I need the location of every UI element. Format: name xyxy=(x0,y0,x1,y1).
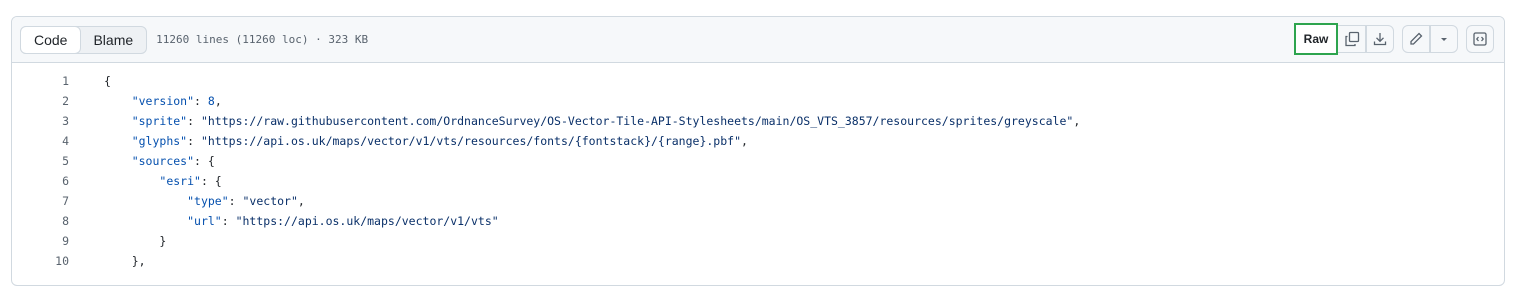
json-string: "vector" xyxy=(242,194,298,208)
json-punctuation: } xyxy=(159,234,167,248)
line-number[interactable]: 1 xyxy=(12,74,69,88)
code-line: 10 }, xyxy=(12,251,1504,271)
pencil-icon xyxy=(1408,31,1424,47)
download-icon xyxy=(1372,31,1388,47)
line-number[interactable]: 5 xyxy=(12,154,69,168)
json-punctuation: : xyxy=(187,134,201,148)
code-line: 6 "esri": { xyxy=(12,171,1504,191)
json-punctuation: }, xyxy=(131,254,146,268)
file-info: 11260 lines (11260 loc) · 323 KB xyxy=(156,33,369,46)
symbols-panel-button[interactable] xyxy=(1466,25,1494,53)
download-button[interactable] xyxy=(1366,25,1394,53)
line-content: "sprite": "https://raw.githubusercontent… xyxy=(104,114,1081,128)
code-line: 7 "type": "vector", xyxy=(12,191,1504,211)
json-key: "glyphs" xyxy=(131,134,188,148)
symbols-panel-icon xyxy=(1472,31,1488,47)
code-line: 4 "glyphs": "https://api.os.uk/maps/vect… xyxy=(12,131,1504,151)
code-view: 1{2 "version": 8, 3 "sprite": "https://ra… xyxy=(12,63,1504,271)
line-content: "esri": { xyxy=(104,174,222,188)
copy-raw-button[interactable] xyxy=(1338,25,1366,53)
triangle-down-icon xyxy=(1438,33,1450,45)
json-punctuation: , xyxy=(297,194,305,208)
line-content: "url": "https://api.os.uk/maps/vector/v1… xyxy=(104,214,499,228)
json-punctuation: : { xyxy=(194,154,215,168)
json-key: "sources" xyxy=(131,154,195,168)
json-string: "https://raw.githubusercontent.com/Ordna… xyxy=(200,114,1074,128)
line-content: "glyphs": "https://api.os.uk/maps/vector… xyxy=(104,134,748,148)
json-punctuation: : xyxy=(187,114,201,128)
json-punctuation: : xyxy=(228,194,243,208)
raw-button[interactable]: Raw xyxy=(1294,22,1338,55)
json-key: "type" xyxy=(187,194,229,208)
json-punctuation: : xyxy=(221,214,236,228)
file-header: Code Blame 11260 lines (11260 loc) · 323… xyxy=(12,17,1504,63)
json-punctuation: , xyxy=(741,134,748,148)
blame-tab[interactable]: Blame xyxy=(80,27,146,53)
line-content: "sources": { xyxy=(104,154,215,168)
json-punctuation: , xyxy=(214,94,222,108)
json-key: "esri" xyxy=(159,174,201,188)
line-number[interactable]: 4 xyxy=(12,134,69,148)
json-number: 8 xyxy=(207,94,215,108)
line-number[interactable]: 6 xyxy=(12,174,69,188)
json-punctuation: : xyxy=(194,94,208,108)
json-string: "https://api.os.uk/maps/vector/v1/vts" xyxy=(235,214,499,228)
json-key: "url" xyxy=(187,214,222,228)
json-key: "version" xyxy=(131,94,195,108)
line-number[interactable]: 10 xyxy=(12,254,69,268)
code-line: 3 "sprite": "https://raw.githubuserconte… xyxy=(12,111,1504,131)
json-punctuation: , xyxy=(1073,114,1081,128)
code-line: 2 "version": 8, xyxy=(12,91,1504,111)
code-tab[interactable]: Code xyxy=(20,25,82,54)
line-content: }, xyxy=(104,254,146,268)
view-toggle: Code Blame xyxy=(20,25,148,54)
file-actions: Raw xyxy=(1294,22,1494,55)
line-number[interactable]: 9 xyxy=(12,234,69,248)
line-number[interactable]: 8 xyxy=(12,214,69,228)
code-line: 5 "sources": { xyxy=(12,151,1504,171)
line-number[interactable]: 2 xyxy=(12,94,69,108)
line-number[interactable]: 3 xyxy=(12,114,69,128)
line-content: "type": "vector", xyxy=(104,194,305,208)
edit-button[interactable] xyxy=(1402,25,1430,53)
json-string: "https://api.os.uk/maps/vector/v1/vts/re… xyxy=(200,134,741,148)
line-content: { xyxy=(104,74,111,88)
more-edit-options-button[interactable] xyxy=(1430,25,1458,53)
line-content: } xyxy=(104,234,166,248)
json-punctuation: : { xyxy=(200,174,222,188)
code-line: 1{ xyxy=(12,71,1504,91)
json-key: "sprite" xyxy=(131,114,188,128)
line-number[interactable]: 7 xyxy=(12,194,69,208)
code-line: 8 "url": "https://api.os.uk/maps/vector/… xyxy=(12,211,1504,231)
json-punctuation: { xyxy=(104,74,111,88)
copy-raw-icon xyxy=(1344,31,1360,47)
code-line: 9 } xyxy=(12,231,1504,251)
line-content: "version": 8, xyxy=(104,94,222,108)
file-viewer: Code Blame 11260 lines (11260 loc) · 323… xyxy=(11,16,1505,286)
